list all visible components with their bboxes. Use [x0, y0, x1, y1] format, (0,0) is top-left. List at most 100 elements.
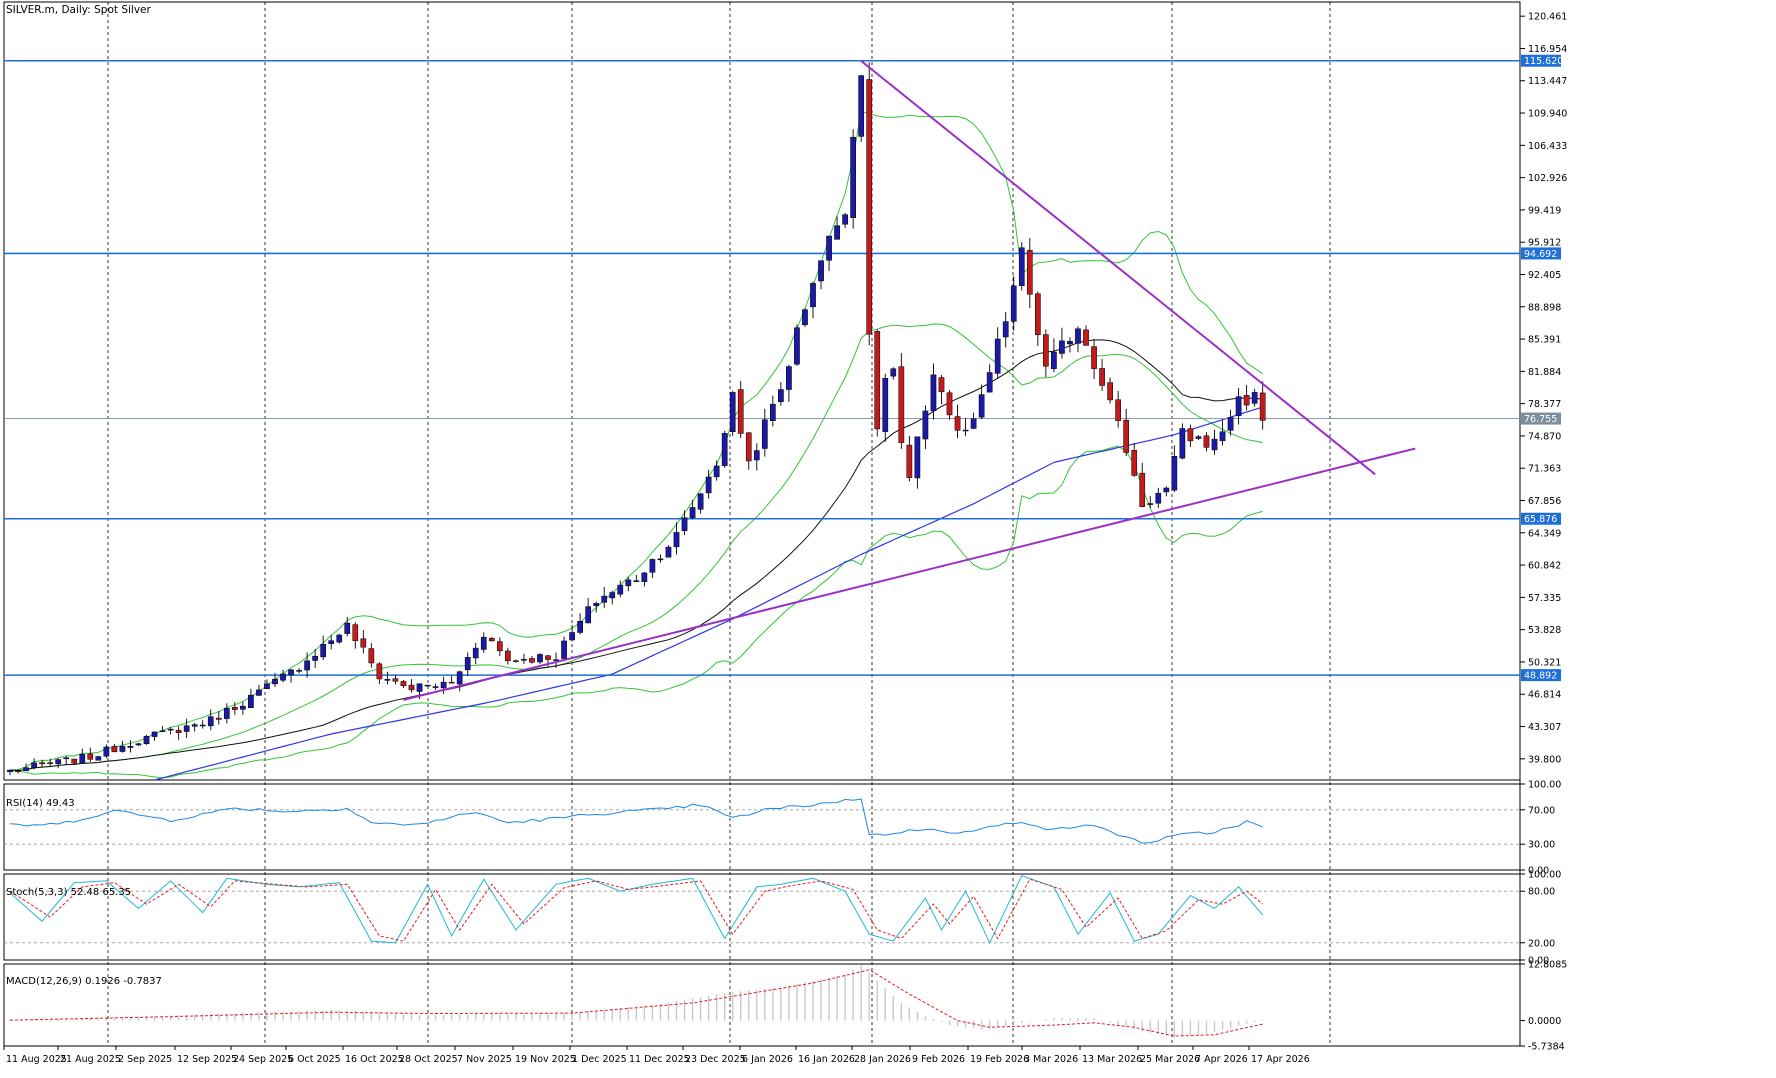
x-tick-label: 16 Jan 2026 [798, 1054, 855, 1065]
candle-body [432, 686, 439, 688]
x-tick-label: 12 Sep 2025 [177, 1054, 237, 1065]
y-tick-label: 80.00 [1528, 887, 1555, 898]
candle-body [922, 410, 929, 440]
y-tick-label: 116.954 [1528, 44, 1567, 55]
y-tick-label: 30.00 [1528, 840, 1555, 851]
candle-body [135, 743, 142, 746]
candle-body [215, 717, 222, 720]
candle-body [641, 572, 648, 582]
y-tick-label: -5.7384 [1528, 1042, 1565, 1053]
candle-body [850, 136, 856, 218]
candle-body [810, 283, 816, 308]
x-tick-label: 13 Mar 2026 [1082, 1054, 1142, 1065]
candle-body [1123, 419, 1130, 453]
candle-body [962, 429, 969, 432]
candle-body [882, 377, 889, 432]
candle-body [456, 671, 463, 685]
candle-body [1026, 250, 1033, 295]
y-tick-label: 74.870 [1528, 431, 1561, 442]
level-price-label: 65.876 [1524, 514, 1557, 525]
y-tick-label: 109.940 [1528, 109, 1567, 120]
candle-body [1243, 395, 1250, 406]
candle-body [151, 731, 158, 737]
y-tick-label: 71.363 [1528, 464, 1561, 475]
candle-body [802, 309, 808, 326]
candle-body [472, 647, 479, 659]
y-tick-label: 100.00 [1528, 780, 1561, 791]
candle-body [95, 756, 102, 761]
candle-body [689, 507, 696, 518]
candle-body [553, 659, 559, 661]
macd-title: MACD(12,26,9) 0.1926 -0.7837 [6, 976, 162, 987]
candle-body [561, 640, 567, 659]
y-tick-label: 20.00 [1528, 938, 1555, 949]
candle-body [7, 769, 13, 773]
y-tick-label: 64.349 [1528, 528, 1561, 539]
candle-body [617, 584, 624, 595]
candle-body [858, 75, 865, 137]
y-tick-label: 100.00 [1528, 870, 1561, 881]
candle-body [63, 757, 70, 760]
x-tick-label: 9 Feb 2026 [912, 1054, 965, 1065]
candle-body [1018, 247, 1025, 287]
level-price-label: 94.692 [1524, 249, 1557, 260]
y-tick-label: 67.856 [1528, 496, 1561, 507]
candle-body [874, 331, 881, 430]
candle-body [818, 260, 824, 282]
candle-body [352, 624, 359, 641]
candle-body [79, 754, 86, 764]
x-tick-label: 19 Nov 2025 [515, 1054, 576, 1065]
candle-body [1043, 334, 1049, 367]
candle-body [408, 684, 415, 691]
x-tick-label: 24 Sep 2025 [233, 1054, 293, 1065]
candle-body [167, 728, 174, 731]
x-tick-label: 1 Dec 2025 [572, 1054, 627, 1065]
candle-body [1010, 285, 1017, 322]
candle-body [448, 681, 455, 684]
candle-body [1099, 368, 1105, 386]
candle-body [312, 655, 318, 661]
x-tick-label: 7 Apr 2026 [1195, 1054, 1248, 1065]
candle-body [143, 736, 150, 744]
candle-body [199, 724, 206, 727]
chart-canvas[interactable]: 11 Aug 202521 Aug 20252 Sep 2025 12 Sep 2… [0, 0, 1776, 1074]
candle-body [978, 394, 985, 418]
candle-body [593, 603, 600, 606]
candle-body [1179, 428, 1186, 459]
candle-body [328, 640, 335, 644]
candle-body [1163, 487, 1170, 493]
candle-body [505, 650, 511, 662]
candle-body [1034, 293, 1041, 336]
candle-body [537, 654, 543, 663]
candle-body [1211, 438, 1218, 451]
candle-body [496, 641, 503, 652]
x-tick-label: 21 Aug 2025 [60, 1054, 121, 1065]
candle-body [39, 762, 45, 765]
candle-body [183, 725, 190, 732]
chart-area[interactable]: 11 Aug 2025 21 Aug 2025 2 Sep 2025 12 Sep 2… [0, 0, 1776, 1074]
x-tick-label: 28 Jan 2026 [854, 1054, 911, 1065]
y-tick-label: 50.321 [1528, 657, 1561, 668]
candle-body [609, 592, 616, 599]
x-tick-label: 3 Mar 2026 [1024, 1054, 1078, 1065]
candle-body [721, 433, 728, 467]
candle-body [191, 724, 198, 727]
candle-body [569, 632, 575, 641]
candle-body [175, 729, 182, 734]
candle-body [914, 436, 921, 479]
candle-body [400, 681, 407, 687]
y-tick-label: 106.433 [1528, 141, 1567, 152]
y-tick-label: 0.0000 [1528, 1016, 1561, 1027]
candle-body [842, 214, 848, 225]
y-tick-label: 12.8085 [1528, 960, 1567, 971]
candle-body [513, 660, 519, 662]
chart-title: SILVER.m, Daily: Spot Silver [6, 4, 151, 16]
y-tick-label: 43.307 [1528, 722, 1561, 733]
candle-body [1139, 472, 1146, 507]
y-tick-label: 99.419 [1528, 205, 1561, 216]
x-tick-label: 11 Aug 2025 [6, 1054, 67, 1065]
candle-body [336, 634, 343, 643]
candle-body [256, 689, 262, 696]
rsi-title: RSI(14) 49.43 [6, 798, 75, 809]
candle-body [994, 338, 1001, 374]
